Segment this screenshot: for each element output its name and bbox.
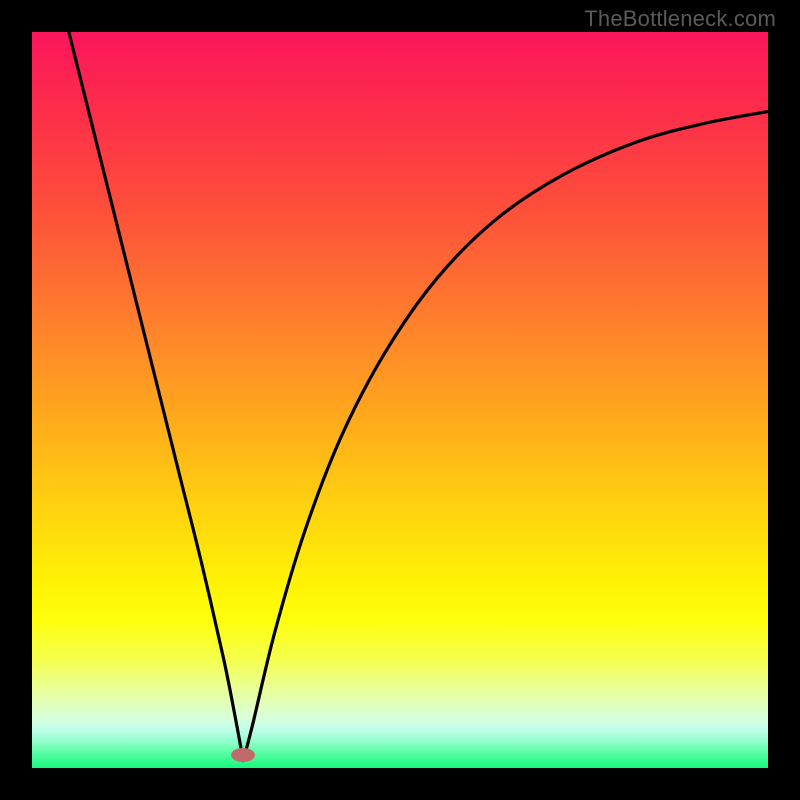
vertex-marker (231, 748, 255, 762)
watermark-text: TheBottleneck.com (584, 6, 776, 32)
curve-svg (32, 32, 768, 768)
chart-frame: TheBottleneck.com (0, 0, 800, 800)
bottleneck-curve (69, 32, 768, 761)
plot-area (32, 32, 768, 768)
